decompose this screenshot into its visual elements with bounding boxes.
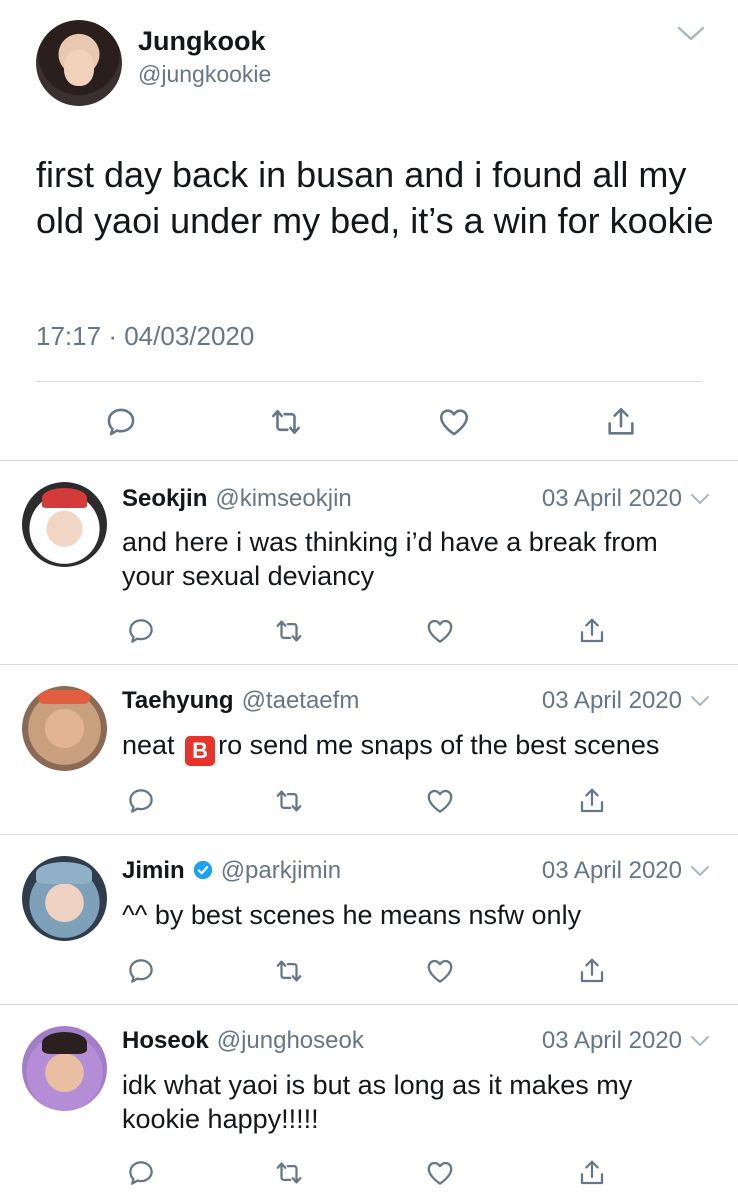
reply-text: and here i was thinking i’d have a break…: [122, 527, 658, 591]
like-icon[interactable]: [425, 616, 455, 646]
reply-author-handle[interactable]: @junghoseok: [217, 1027, 364, 1054]
reply-date: 03 April 2020: [541, 1027, 682, 1054]
author-handle[interactable]: @jungkookie: [138, 61, 271, 88]
retweet-icon[interactable]: [274, 786, 304, 816]
share-icon[interactable]: [577, 1158, 607, 1188]
reply-date: 03 April 2020: [541, 857, 682, 884]
reply-icon[interactable]: [126, 616, 156, 646]
like-icon[interactable]: [425, 956, 455, 986]
like-icon[interactable]: [437, 405, 471, 439]
reply-author-name[interactable]: Jimin: [122, 857, 185, 884]
retweet-icon[interactable]: [274, 956, 304, 986]
share-icon[interactable]: [577, 616, 607, 646]
reply-tweet[interactable]: Seokjin @kimseokjin 03 April 2020 and her…: [0, 461, 738, 664]
reply-tweet[interactable]: Taehyung @taetaefm 03 April 2020 neat Bro…: [0, 665, 738, 834]
verified-icon: [193, 860, 213, 880]
tweet-timestamp: 17:17 · 04/03/2020: [36, 321, 254, 352]
like-icon[interactable]: [425, 786, 455, 816]
avatar[interactable]: [36, 20, 122, 106]
reply-icon[interactable]: [104, 405, 138, 439]
reply-author[interactable]: Seokjin @kimseokjin: [122, 485, 352, 513]
reply-author-handle[interactable]: @kimseokjin: [215, 485, 351, 512]
reply-tweet[interactable]: Jimin @parkjimin 03 April 2020 ^^ by best…: [0, 835, 738, 1004]
chevron-down-icon[interactable]: [676, 24, 706, 44]
share-icon[interactable]: [577, 786, 607, 816]
reply-date: 03 April 2020: [541, 485, 682, 512]
timestamp-separator: ·: [108, 321, 117, 351]
reply-text-end: ro send me snaps of the best scenes: [218, 730, 660, 760]
share-icon[interactable]: [604, 405, 638, 439]
chevron-down-icon[interactable]: [690, 694, 710, 708]
reply-text: idk what yaoi is but as long as it makes…: [122, 1070, 633, 1134]
chevron-down-icon[interactable]: [690, 492, 710, 506]
divider: [36, 381, 702, 382]
reply-author-handle[interactable]: @taetaefm: [242, 687, 360, 714]
reply-author-handle[interactable]: @parkjimin: [221, 857, 341, 884]
b-button-emoji: B: [185, 736, 216, 766]
reply-icon[interactable]: [126, 956, 156, 986]
author-name[interactable]: Jungkook: [138, 26, 266, 57]
chevron-down-icon[interactable]: [690, 1034, 710, 1048]
reply-text-start: neat: [122, 730, 175, 760]
avatar[interactable]: [22, 482, 107, 567]
reply-author[interactable]: Hoseok @junghoseok: [122, 1027, 364, 1055]
reply-icon[interactable]: [126, 1158, 156, 1188]
reply-author[interactable]: Taehyung @taetaefm: [122, 687, 359, 715]
retweet-icon[interactable]: [274, 616, 304, 646]
tweet-date: 04/03/2020: [124, 321, 255, 351]
chevron-down-icon[interactable]: [690, 864, 710, 878]
reply-author-name[interactable]: Seokjin: [122, 485, 207, 512]
reply-date: 03 April 2020: [541, 687, 682, 714]
reply-text: neat Bro send me snaps of the best scene…: [122, 728, 712, 766]
avatar[interactable]: [22, 686, 107, 771]
retweet-icon[interactable]: [269, 405, 303, 439]
reply-tweet[interactable]: Hoseok @junghoseok 03 April 2020 idk what…: [0, 1005, 738, 1200]
avatar[interactable]: [22, 1026, 107, 1111]
main-tweet: Jungkook @jungkookie first day back in b…: [0, 0, 738, 460]
like-icon[interactable]: [425, 1158, 455, 1188]
reply-author-name[interactable]: Taehyung: [122, 687, 234, 714]
avatar[interactable]: [22, 856, 107, 941]
reply-icon[interactable]: [126, 786, 156, 816]
reply-author[interactable]: Jimin @parkjimin: [122, 857, 341, 885]
tweet-text: first day back in busan and i found all …: [36, 154, 714, 241]
reply-author-name[interactable]: Hoseok: [122, 1027, 209, 1054]
retweet-icon[interactable]: [274, 1158, 304, 1188]
tweet-time: 17:17: [36, 321, 102, 351]
share-icon[interactable]: [577, 956, 607, 986]
reply-text: ^^ by best scenes he means nsfw only: [122, 900, 582, 930]
